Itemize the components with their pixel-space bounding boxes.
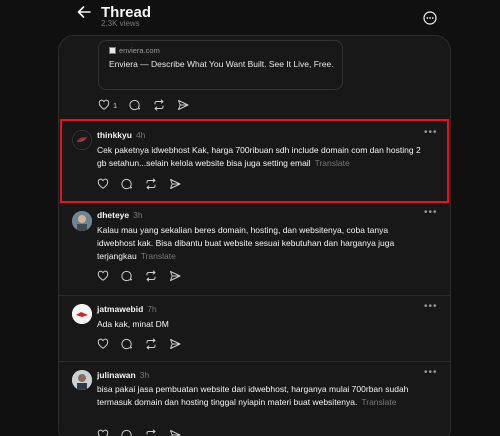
top-bar: Thread 2.3K views <box>0 0 500 34</box>
post-time: 3h <box>133 210 143 220</box>
repost-icon[interactable] <box>145 338 157 350</box>
view-count: 2.3K views <box>101 19 140 28</box>
heart-icon[interactable] <box>97 429 109 436</box>
reply-post: dheteye 3h ••• Kalau mau yang sekalian be… <box>59 203 450 295</box>
comment-icon[interactable] <box>121 338 133 350</box>
repost-icon[interactable] <box>153 99 165 111</box>
post-text: bisa pakai jasa pembuatan website dari i… <box>97 384 409 407</box>
arrow-left-icon[interactable] <box>76 4 92 20</box>
more-options-icon[interactable]: ••• <box>424 207 438 218</box>
send-icon[interactable] <box>169 270 181 282</box>
more-options-icon[interactable]: ••• <box>424 301 438 312</box>
more-options-icon[interactable]: ••• <box>424 367 438 378</box>
heart-icon[interactable] <box>97 270 109 282</box>
post-time: 3h <box>139 370 150 380</box>
favicon-icon <box>109 47 116 54</box>
username[interactable]: dheteye 3h <box>97 210 143 220</box>
post-text: Kalau mau yang sekalian beres domain, ho… <box>97 225 395 261</box>
avatar[interactable] <box>72 211 92 231</box>
post-time: 7h <box>147 304 157 314</box>
translate-link[interactable]: Translate <box>141 251 176 261</box>
username[interactable]: julinawan 3h <box>97 370 149 380</box>
send-icon[interactable] <box>169 429 181 436</box>
comment-icon[interactable] <box>121 270 133 282</box>
avatar[interactable] <box>72 304 92 324</box>
post-actions <box>97 270 193 282</box>
repost-icon[interactable] <box>145 429 157 436</box>
like-count: 1 <box>113 100 118 110</box>
heart-icon[interactable] <box>97 338 109 350</box>
heart-icon[interactable] <box>98 99 110 111</box>
link-title: Enviera — Describe What You Want Built. … <box>109 59 334 69</box>
comment-icon[interactable] <box>129 99 141 111</box>
link-preview-card[interactable]: enviera.com Enviera — Describe What You … <box>98 40 343 90</box>
more-circle-icon[interactable] <box>423 11 437 25</box>
reply-post: julinawan 3h ••• bisa pakai jasa pembuata… <box>59 362 450 436</box>
repost-icon[interactable] <box>145 270 157 282</box>
reply-post: jatmawebid 7h ••• Ada kak, minat DM <box>59 296 450 361</box>
post-actions <box>97 338 193 350</box>
username[interactable]: jatmawebid 7h <box>97 304 157 314</box>
thread-panel: enviera.com Enviera — Describe What You … <box>58 35 451 436</box>
translate-link[interactable]: Translate <box>361 397 396 407</box>
link-domain: enviera.com <box>109 46 160 55</box>
link-domain-text: enviera.com <box>119 46 160 55</box>
post-text: Ada kak, minat DM <box>97 319 169 329</box>
send-icon[interactable] <box>177 99 189 111</box>
highlight-box <box>60 119 449 203</box>
comment-icon[interactable] <box>121 429 133 436</box>
avatar[interactable] <box>72 370 92 390</box>
top-post-actions: 1 <box>98 99 201 111</box>
post-actions <box>97 429 193 436</box>
send-icon[interactable] <box>169 338 181 350</box>
